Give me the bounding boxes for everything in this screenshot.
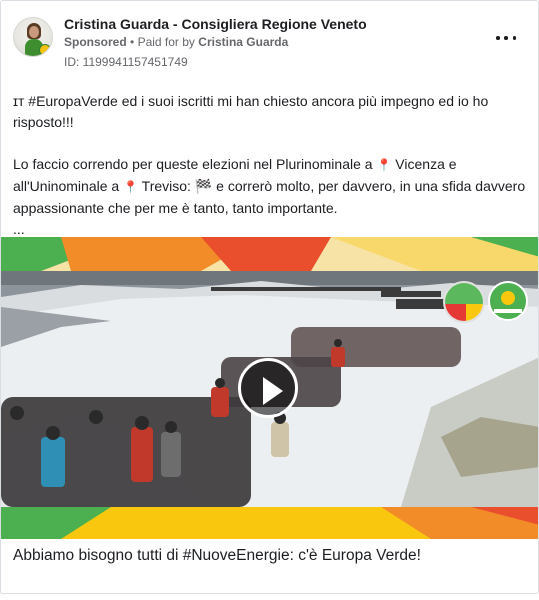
jacket-blue (41, 437, 65, 487)
europa-verde-logo (488, 281, 528, 321)
paid-for-name[interactable]: Cristina Guarda (198, 35, 288, 49)
hiker-line (381, 291, 441, 297)
dot (512, 36, 516, 40)
head (46, 426, 60, 440)
more-options-icon[interactable] (496, 31, 516, 45)
jacket-grey (161, 432, 181, 477)
ad-header: Cristina Guarda - Consigliera Regione Ve… (1, 1, 538, 81)
post-city-2: Treviso: (141, 178, 191, 194)
advertiser-name[interactable]: Cristina Guarda - Consigliera Regione Ve… (64, 16, 367, 32)
logo-sun (501, 291, 515, 305)
europa-verde-sinistra-logo (443, 281, 485, 323)
advertiser-avatar[interactable] (13, 17, 53, 57)
head (334, 339, 342, 347)
logo-yellow-half (466, 304, 483, 321)
post-line-2: Lo faccio correndo per queste elezioni n… (13, 154, 528, 219)
post-line-1: ɪᴛ #EuropaVerde ed i suoi iscritti mi ha… (13, 91, 528, 133)
hiker-line (396, 299, 446, 309)
ad-meta: Sponsored • Paid for by Cristina Guarda (64, 35, 288, 49)
ad-caption[interactable]: Abbiamo bisogno tutti di #NuoveEnergie: … (13, 547, 528, 565)
hiker-line (211, 287, 401, 291)
head (89, 410, 103, 424)
pin-icon: 📍 (123, 180, 139, 194)
jacket-red (331, 347, 345, 367)
head (215, 378, 225, 388)
paid-for-label: Paid for by (137, 35, 195, 49)
jacket-beige (271, 422, 289, 457)
play-icon[interactable] (238, 358, 298, 418)
play-triangle (263, 377, 283, 405)
head (10, 406, 24, 420)
head (165, 421, 177, 433)
pin-icon: 📍 (376, 158, 392, 172)
dot (504, 36, 508, 40)
jacket-red (211, 387, 229, 417)
post-line-2-part1: Lo faccio correndo per queste elezioni n… (13, 156, 373, 172)
sponsored-label: Sponsored (64, 35, 127, 49)
avatar-party-logo (39, 44, 51, 56)
post-line-1-text: #EuropaVerde ed i suoi iscritti mi han c… (13, 93, 489, 130)
jacket-red (131, 427, 153, 482)
ad-id: ID: 1199941157451749 (64, 55, 188, 69)
logo-red-half (445, 304, 466, 321)
head (135, 416, 149, 430)
logo-band (494, 309, 522, 313)
meta-separator: • (130, 35, 135, 49)
avatar-face (29, 26, 39, 38)
dot (496, 36, 500, 40)
post-text: ɪᴛ #EuropaVerde ed i suoi iscritti mi ha… (13, 91, 528, 240)
checkered-flag-icon: 🏁 (194, 178, 213, 194)
ad-card: Cristina Guarda - Consigliera Regione Ve… (0, 0, 539, 594)
post-line-1-prefix: ɪᴛ (13, 93, 25, 109)
logo-green-half (445, 283, 483, 304)
